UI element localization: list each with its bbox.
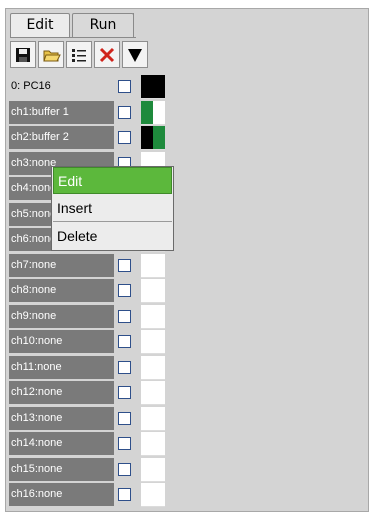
channel-checkbox[interactable] — [118, 360, 131, 374]
tab-divider — [10, 37, 136, 38]
channel-color-swatch[interactable] — [141, 100, 165, 125]
channel-row[interactable]: ch11:none — [6, 355, 166, 380]
channel-row[interactable]: ch15:none — [6, 457, 166, 482]
channel-label[interactable]: ch7:none — [9, 253, 114, 277]
channel-label[interactable]: ch2:buffer 2 — [9, 126, 114, 149]
channel-row[interactable]: ch1:buffer 1 — [6, 100, 166, 125]
channel-checkbox[interactable] — [118, 80, 131, 93]
swatch-right — [153, 432, 165, 455]
channel-color-swatch[interactable] — [141, 381, 165, 405]
channel-row[interactable]: ch7:none — [6, 253, 166, 278]
channel-label[interactable]: ch8:none — [9, 279, 114, 302]
menu-item-delete[interactable]: Delete — [53, 223, 172, 250]
channel-label[interactable]: ch13:none — [9, 406, 114, 430]
channel-row[interactable]: ch8:none — [6, 279, 166, 303]
save-icon — [16, 48, 30, 62]
swatch-right — [153, 381, 165, 404]
open-button[interactable] — [38, 41, 64, 68]
swatch-right — [153, 75, 165, 98]
dropdown-arrow-icon — [128, 49, 142, 62]
delete-button[interactable] — [94, 41, 120, 68]
swatch-left — [141, 406, 153, 430]
channel-row[interactable]: ch12:none — [6, 381, 166, 405]
channel-color-swatch[interactable] — [141, 279, 165, 303]
open-folder-icon — [43, 50, 61, 62]
swatch-left — [141, 304, 153, 328]
swatch-right — [153, 483, 165, 506]
delete-x-icon — [99, 47, 115, 63]
channel-row[interactable]: ch16:none — [6, 483, 166, 507]
menu-item-insert[interactable]: Insert — [53, 195, 172, 222]
channel-checkbox[interactable] — [118, 411, 131, 425]
swatch-right — [153, 355, 165, 379]
swatch-left — [141, 75, 153, 98]
channel-label[interactable]: 0: PC16 — [9, 75, 114, 98]
channel-label[interactable]: ch9:none — [9, 304, 114, 328]
channel-checkbox[interactable] — [118, 386, 131, 399]
swatch-left — [141, 381, 153, 404]
channel-color-swatch[interactable] — [141, 75, 165, 99]
tab-edge — [133, 13, 134, 38]
swatch-right — [153, 253, 165, 277]
channel-label[interactable]: ch12:none — [9, 381, 114, 404]
swatch-left — [141, 483, 153, 506]
channel-color-swatch[interactable] — [141, 253, 165, 278]
swatch-left — [141, 253, 153, 277]
list-button[interactable] — [66, 41, 92, 68]
swatch-right — [153, 279, 165, 302]
swatch-right — [153, 100, 165, 124]
channel-row[interactable]: ch14:none — [6, 432, 166, 456]
tab-edit[interactable]: Edit — [10, 13, 70, 37]
swatch-left — [141, 457, 153, 481]
channel-color-swatch[interactable] — [141, 304, 165, 329]
channel-checkbox[interactable] — [118, 462, 131, 476]
channel-row[interactable]: ch13:none — [6, 406, 166, 431]
swatch-left — [141, 100, 153, 124]
swatch-right — [153, 126, 165, 149]
channel-checkbox[interactable] — [118, 437, 131, 450]
channel-row[interactable]: ch2:buffer 2 — [6, 126, 166, 150]
save-button[interactable] — [10, 41, 36, 68]
channel-checkbox[interactable] — [118, 488, 131, 501]
swatch-right — [153, 330, 165, 353]
list-icon — [72, 49, 86, 62]
swatch-right — [153, 406, 165, 430]
channel-row[interactable]: ch9:none — [6, 304, 166, 329]
channel-color-swatch[interactable] — [141, 406, 165, 431]
channel-color-swatch[interactable] — [141, 483, 165, 507]
channel-checkbox[interactable] — [118, 284, 131, 297]
channel-label[interactable]: ch1:buffer 1 — [9, 100, 114, 124]
tab-run[interactable]: Run — [72, 13, 134, 37]
swatch-left — [141, 126, 153, 149]
swatch-left — [141, 279, 153, 302]
swatch-right — [153, 457, 165, 481]
swatch-left — [141, 355, 153, 379]
channel-checkbox[interactable] — [118, 131, 131, 144]
channel-checkbox[interactable] — [118, 258, 131, 272]
channel-color-swatch[interactable] — [141, 126, 165, 150]
channel-row[interactable]: 0: PC16 — [6, 75, 166, 99]
channel-label[interactable]: ch15:none — [9, 457, 114, 481]
channel-color-swatch[interactable] — [141, 432, 165, 456]
menu-item-edit[interactable]: Edit — [53, 167, 172, 194]
dropdown-button[interactable] — [122, 41, 148, 68]
channel-checkbox[interactable] — [118, 105, 131, 119]
swatch-left — [141, 330, 153, 353]
channel-color-swatch[interactable] — [141, 330, 165, 354]
channel-row[interactable]: ch10:none — [6, 330, 166, 354]
channel-label[interactable]: ch14:none — [9, 432, 114, 455]
channel-color-swatch[interactable] — [141, 457, 165, 482]
channel-label[interactable]: ch10:none — [9, 330, 114, 353]
channel-label[interactable]: ch11:none — [9, 355, 114, 379]
channel-color-swatch[interactable] — [141, 355, 165, 380]
context-menu: Edit Insert Delete — [51, 166, 174, 251]
channel-checkbox[interactable] — [118, 335, 131, 348]
channel-label[interactable]: ch16:none — [9, 483, 114, 506]
channel-checkbox[interactable] — [118, 309, 131, 323]
swatch-right — [153, 304, 165, 328]
swatch-left — [141, 432, 153, 455]
